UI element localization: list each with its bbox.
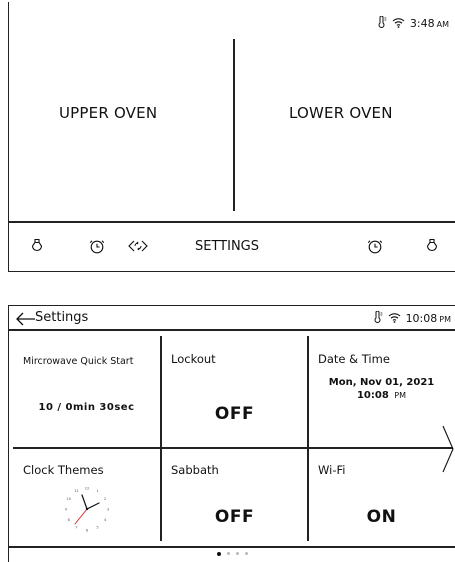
oven-divider	[233, 39, 235, 211]
clock-number: 3	[107, 507, 109, 511]
clock-number: 10	[67, 497, 72, 501]
chevron-right-icon[interactable]	[441, 424, 455, 474]
home-time: 3:48	[409, 17, 435, 30]
tile-title: Mircrowave Quick Start	[23, 356, 134, 367]
tile-title: Wi-Fi	[318, 463, 346, 477]
thermometer-icon	[377, 15, 387, 31]
page-indicator	[9, 552, 455, 556]
tile-sabbath[interactable]: Sabbath OFF	[161, 451, 308, 541]
lower-timer-icon[interactable]	[367, 238, 383, 254]
tile-title: Date & Time	[318, 352, 390, 366]
clock-number: 5	[96, 525, 98, 529]
date-text: Mon, Nov 01, 2021	[328, 377, 435, 388]
clock-number: 12	[85, 486, 90, 490]
lower-light-icon[interactable]	[424, 238, 440, 254]
tile-clock-themes[interactable]: Clock Themes 12 1 2 3 4 5 6 7 8 9 10 11	[13, 451, 160, 541]
tile-lockout[interactable]: Lockout OFF	[161, 340, 308, 430]
clock-number: 1	[96, 489, 98, 493]
thermometer-icon	[373, 310, 383, 326]
upper-light-icon[interactable]	[29, 238, 45, 254]
settings-button[interactable]: SETTINGS	[195, 239, 259, 254]
analog-clock-icon: 12 1 2 3 4 5 6 7 8 9 10 11	[61, 483, 113, 539]
back-arrow-icon[interactable]	[15, 311, 37, 326]
settings-clock: 10:08 PM	[406, 312, 451, 325]
wifi-icon	[388, 312, 401, 326]
tile-microwave-quick-start[interactable]: Mircrowave Quick Start 10 / 0min 30sec	[13, 340, 160, 430]
page-dot[interactable]	[244, 552, 248, 555]
time-line: 10:08 PM	[308, 389, 455, 402]
home-screen: 3:48 AM UPPER OVEN LOWER OVEN SETTINGS	[8, 2, 455, 272]
clock-number: 6	[86, 528, 89, 532]
tile-value: ON	[366, 507, 397, 527]
settings-footer-divider	[9, 546, 455, 548]
tile-title: Sabbath	[171, 463, 219, 477]
tile-title: Clock Themes	[23, 463, 104, 477]
wifi-icon	[392, 17, 405, 31]
home-status-bar: 3:48 AM	[377, 15, 449, 31]
home-ampm: AM	[436, 20, 449, 29]
tile-value: OFF	[214, 507, 255, 527]
bottom-bar-divider	[9, 221, 455, 223]
settings-header-divider	[9, 329, 455, 331]
sync-icon[interactable]	[127, 238, 149, 254]
tile-title: Lockout	[171, 352, 216, 366]
lower-oven-button[interactable]: LOWER OVEN	[289, 104, 393, 122]
settings-ampm: PM	[439, 315, 451, 324]
settings-time: 10:08	[405, 312, 438, 325]
page-dot[interactable]	[235, 552, 239, 555]
tile-value: OFF	[214, 404, 255, 424]
grid-line-h	[13, 447, 453, 449]
tile-wifi[interactable]: Wi-Fi ON	[308, 451, 455, 541]
upper-timer-icon[interactable]	[89, 238, 105, 254]
time-text: 10:08	[356, 390, 389, 401]
settings-status-bar: 10:08 PM	[373, 310, 451, 326]
page-dot[interactable]	[216, 552, 221, 556]
settings-screen: Settings 10:08 PM Mircrowave Quick Start …	[8, 305, 455, 562]
clock-number: 4	[104, 518, 107, 522]
clock-number: 11	[74, 489, 79, 493]
settings-title: Settings	[35, 310, 89, 325]
page-dot[interactable]	[226, 552, 230, 555]
clock-number: 9	[65, 507, 68, 511]
clock-number: 2	[104, 497, 106, 501]
tile-date-time[interactable]: Date & Time Mon, Nov 01, 2021 10:08 PM	[308, 340, 455, 430]
home-clock: 3:48 AM	[410, 17, 449, 30]
clock-number: 8	[68, 518, 71, 522]
tile-date-value: Mon, Nov 01, 2021 10:08 PM	[308, 376, 455, 402]
time-ampm: PM	[394, 391, 407, 400]
clock-number: 7	[75, 525, 77, 529]
upper-oven-button[interactable]: UPPER OVEN	[59, 104, 157, 122]
tile-value: 10 / 0min 30sec	[38, 402, 135, 413]
